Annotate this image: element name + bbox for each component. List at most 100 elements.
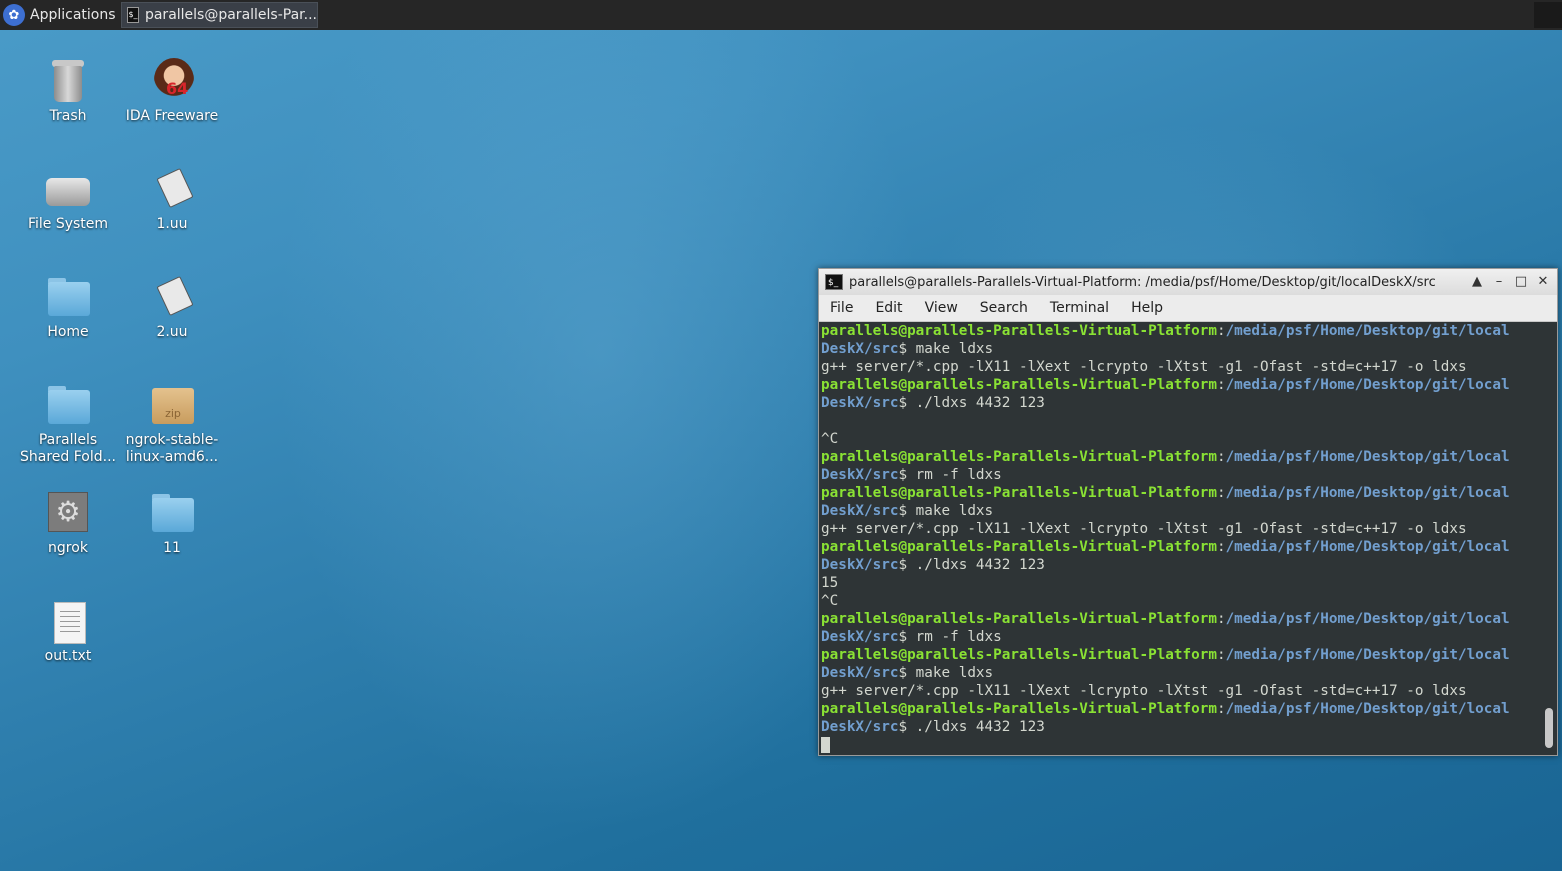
minimize-button[interactable]: – xyxy=(1489,272,1509,292)
file-icon xyxy=(148,164,196,212)
desktop-icon-2uu[interactable]: 2.uu xyxy=(120,272,224,341)
desktop-icon-ngrok[interactable]: ⚙ ngrok xyxy=(16,488,120,557)
text-cursor xyxy=(821,737,830,753)
terminal-line: parallels@parallels-Parallels-Virtual-Pl… xyxy=(821,449,1510,465)
prompt-user: parallels@parallels-Parallels-Virtual-Pl… xyxy=(821,647,1217,663)
terminal-line: DeskX/src$ rm -f ldxs xyxy=(821,466,1541,484)
trash-icon xyxy=(44,56,92,104)
desktop-icon-label: 2.uu xyxy=(156,324,188,340)
command-text: $ rm -f ldxs xyxy=(898,629,1002,645)
menu-edit[interactable]: Edit xyxy=(864,300,913,316)
terminal-line: parallels@parallels-Parallels-Virtual-Pl… xyxy=(821,701,1510,717)
command-text: $ make ldxs xyxy=(898,341,994,357)
terminal-output[interactable]: parallels@parallels-Parallels-Virtual-Pl… xyxy=(821,322,1541,754)
menu-view[interactable]: View xyxy=(914,300,969,316)
terminal-line: parallels@parallels-Parallels-Virtual-Pl… xyxy=(821,323,1510,339)
shared-folder-icon xyxy=(44,380,92,428)
desktop-icon-label: IDA Freeware xyxy=(125,108,219,124)
prompt-path: DeskX/src xyxy=(821,341,899,357)
prompt-path: /media/psf/Home/Desktop/git/local xyxy=(1225,701,1510,717)
terminal-line xyxy=(821,736,1541,754)
file-icon xyxy=(148,272,196,320)
prompt-path: /media/psf/Home/Desktop/git/local xyxy=(1225,377,1510,393)
desktop-icon-out-txt[interactable]: out.txt xyxy=(16,596,120,665)
command-text: $ ./ldxs 4432 123 xyxy=(898,395,1045,411)
close-button[interactable]: ✕ xyxy=(1533,272,1553,292)
desktop-icon-home[interactable]: Home xyxy=(16,272,120,341)
prompt-path: DeskX/src xyxy=(821,719,899,735)
prompt-path: DeskX/src xyxy=(821,503,899,519)
folder-icon xyxy=(148,488,196,536)
scrollbar-thumb[interactable] xyxy=(1545,708,1553,748)
terminal-window[interactable]: $_ parallels@parallels-Parallels-Virtual… xyxy=(818,268,1558,756)
terminal-line: parallels@parallels-Parallels-Virtual-Pl… xyxy=(821,485,1510,501)
terminal-menubar: File Edit View Search Terminal Help xyxy=(819,295,1557,322)
terminal-icon: $_ xyxy=(825,274,843,290)
text-file-icon xyxy=(44,596,92,644)
desktop-icon-1uu[interactable]: 1.uu xyxy=(120,164,224,233)
taskbar-terminal-button[interactable]: $_ parallels@parallels-Par... xyxy=(121,2,318,28)
prompt-user: parallels@parallels-Parallels-Virtual-Pl… xyxy=(821,449,1217,465)
xfce-logo-icon: ✿ xyxy=(3,4,25,26)
desktop-icon-ngrok-zip[interactable]: zip ngrok-stable-linux-amd6... xyxy=(120,380,224,466)
prompt-user: parallels@parallels-Parallels-Virtual-Pl… xyxy=(821,377,1217,393)
desktop-icon-label: ngrok-stable-linux-amd6... xyxy=(125,432,219,465)
ida-icon: 64 xyxy=(148,56,196,104)
window-title: parallels@parallels-Parallels-Virtual-Pl… xyxy=(849,274,1436,290)
desktop-icon-label: ngrok xyxy=(48,540,88,556)
desktop-icon-label: 11 xyxy=(163,540,181,556)
command-text: $ rm -f ldxs xyxy=(898,467,1002,483)
terminal-line: g++ server/*.cpp -lX11 -lXext -lcrypto -… xyxy=(821,521,1467,537)
menu-help[interactable]: Help xyxy=(1120,300,1174,316)
shade-icon[interactable]: ▲ xyxy=(1467,272,1487,292)
prompt-path: DeskX/src xyxy=(821,557,899,573)
taskbar-terminal-label: parallels@parallels-Par... xyxy=(144,7,317,23)
prompt-path: /media/psf/Home/Desktop/git/local xyxy=(1225,449,1510,465)
prompt-path: DeskX/src xyxy=(821,395,899,411)
maximize-button[interactable]: □ xyxy=(1511,272,1531,292)
desktop-icon-file-system[interactable]: File System xyxy=(16,164,120,233)
prompt-path: DeskX/src xyxy=(821,629,899,645)
terminal-line: ^C xyxy=(821,431,839,447)
prompt-path: /media/psf/Home/Desktop/git/local xyxy=(1225,323,1510,339)
desktop-icon-ida[interactable]: 64 IDA Freeware xyxy=(120,56,224,125)
command-text: $ make ldxs xyxy=(898,503,994,519)
prompt-path: /media/psf/Home/Desktop/git/local xyxy=(1225,611,1510,627)
desktop-icon-parallels-shared[interactable]: Parallels Shared Fold... xyxy=(16,380,120,466)
terminal-line: DeskX/src$ make ldxs xyxy=(821,340,1541,358)
terminal-titlebar[interactable]: $_ parallels@parallels-Parallels-Virtual… xyxy=(819,269,1557,295)
command-text: $ ./ldxs 4432 123 xyxy=(898,557,1045,573)
desktop-icon-label: out.txt xyxy=(44,648,92,664)
prompt-user: parallels@parallels-Parallels-Virtual-Pl… xyxy=(821,485,1217,501)
desktop-icon-label: File System xyxy=(27,216,109,232)
terminal-scrollbar[interactable] xyxy=(1544,322,1554,754)
gear-icon: ⚙ xyxy=(44,488,92,536)
terminal-line: g++ server/*.cpp -lX11 -lXext -lcrypto -… xyxy=(821,359,1467,375)
prompt-user: parallels@parallels-Parallels-Virtual-Pl… xyxy=(821,539,1217,555)
terminal-line: 15 xyxy=(821,575,839,591)
menu-search[interactable]: Search xyxy=(969,300,1039,316)
desktop-icon-folder-11[interactable]: 11 xyxy=(120,488,224,557)
terminal-line: DeskX/src$ make ldxs xyxy=(821,502,1541,520)
command-text: $ make ldxs xyxy=(898,665,994,681)
terminal-line: DeskX/src$ ./ldxs 4432 123 xyxy=(821,394,1541,412)
top-panel: ✿ Applications $_ parallels@parallels-Pa… xyxy=(0,0,1562,30)
prompt-path: /media/psf/Home/Desktop/git/local xyxy=(1225,647,1510,663)
terminal-icon: $_ xyxy=(127,7,139,23)
prompt-user: parallels@parallels-Parallels-Virtual-Pl… xyxy=(821,611,1217,627)
desktop-icon-label: Home xyxy=(47,324,89,340)
terminal-line: DeskX/src$ rm -f ldxs xyxy=(821,628,1541,646)
drive-icon xyxy=(44,164,92,212)
applications-menu-button[interactable]: ✿ Applications xyxy=(0,0,116,30)
terminal-line: parallels@parallels-Parallels-Virtual-Pl… xyxy=(821,611,1510,627)
desktop-icon-trash[interactable]: Trash xyxy=(16,56,120,125)
desktop-icon-label: Trash xyxy=(49,108,87,124)
panel-right-area[interactable] xyxy=(1534,2,1562,28)
applications-label: Applications xyxy=(30,7,116,23)
terminal-line: ^C xyxy=(821,593,839,609)
menu-file[interactable]: File xyxy=(819,300,864,316)
menu-terminal[interactable]: Terminal xyxy=(1039,300,1120,316)
prompt-path: /media/psf/Home/Desktop/git/local xyxy=(1225,539,1510,555)
terminal-line: DeskX/src$ ./ldxs 4432 123 xyxy=(821,718,1541,736)
